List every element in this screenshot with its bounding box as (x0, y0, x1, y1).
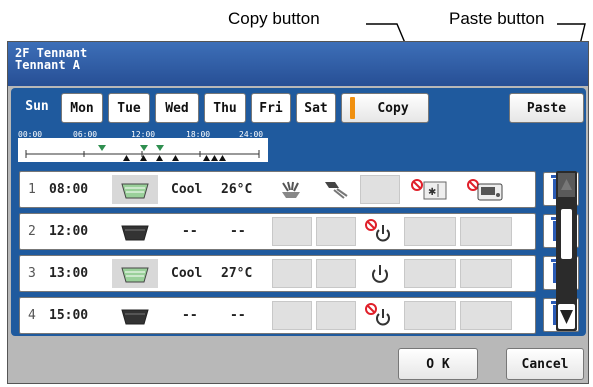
prohibit-onoff-icon (360, 217, 400, 246)
empty-cell (316, 259, 356, 288)
empty-cell (272, 217, 312, 246)
schedule-panel: Sun Mon Tue Wed Thu Fri Sat Copy Paste 0… (11, 88, 586, 336)
empty-cell (404, 217, 456, 246)
prohibit-mode-icon: ✱ (404, 175, 456, 204)
empty-cell (360, 175, 400, 204)
row-time: 08:00 (49, 182, 89, 197)
tab-sat[interactable]: Sat (296, 93, 336, 123)
tab-sun[interactable]: Sun (17, 88, 57, 124)
empty-cell (460, 259, 512, 288)
prohibit-onoff-icon (360, 301, 400, 330)
arrow-down-icon (560, 310, 573, 324)
tenant-label: Tennant A (15, 58, 81, 72)
empty-cell (272, 301, 312, 330)
row-mode: -- (182, 224, 198, 239)
row-number: 1 (28, 182, 36, 197)
empty-cell (460, 301, 512, 330)
row-temp: -- (230, 224, 246, 239)
unit-on-icon (112, 175, 158, 204)
row-temp: -- (230, 308, 246, 323)
power-icon (360, 259, 400, 288)
empty-cell (316, 301, 356, 330)
tab-thu[interactable]: Thu (204, 93, 246, 123)
unit-off-icon (112, 301, 158, 330)
scroll-thumb[interactable] (561, 209, 572, 259)
empty-cell (316, 217, 356, 246)
scroll-down-button[interactable] (558, 304, 575, 329)
empty-cell (460, 217, 512, 246)
unit-on-icon (112, 259, 158, 288)
air-direction-icon (316, 175, 356, 204)
floor-label: 2F Tennant (15, 46, 88, 60)
schedule-row-3[interactable]: 3 13:00 Cool 27°C (19, 255, 536, 292)
footer-bar: O K Cancel (8, 340, 588, 383)
row-time: 15:00 (49, 308, 89, 323)
paste-button[interactable]: Paste (509, 93, 584, 123)
title-bar: 2F Tennant Tennant A (8, 42, 588, 86)
cancel-button[interactable]: Cancel (506, 348, 584, 380)
tab-tue[interactable]: Tue (108, 93, 150, 123)
row-mode: -- (182, 308, 198, 323)
unit-off-icon (112, 217, 158, 246)
ok-button[interactable]: O K (398, 348, 478, 380)
row-mode: Cool (171, 266, 203, 281)
copy-marker-icon (350, 97, 355, 119)
tab-wed[interactable]: Wed (155, 93, 199, 123)
fan-speed-icon (272, 175, 310, 204)
row-number: 4 (28, 308, 36, 323)
controller-screen: 2F Tennant Tennant A Sun Mon Tue Wed Thu… (7, 41, 589, 384)
tab-fri[interactable]: Fri (251, 93, 291, 123)
copy-button-label: Copy (377, 100, 409, 116)
tab-mon[interactable]: Mon (61, 93, 103, 123)
copy-button[interactable]: Copy (341, 93, 429, 123)
row-time: 13:00 (49, 266, 89, 281)
arrow-up-icon (561, 179, 572, 190)
row-time: 12:00 (49, 224, 89, 239)
scrollbar[interactable] (556, 171, 577, 331)
schedule-row-1[interactable]: 1 08:00 Cool 26°C ✱ (19, 171, 536, 208)
schedule-row-2[interactable]: 2 12:00 -- -- (19, 213, 536, 250)
empty-cell (272, 259, 312, 288)
prohibit-temp-icon (460, 175, 512, 204)
empty-cell (404, 259, 456, 288)
row-temp: 26°C (221, 182, 253, 197)
timeline: 00:00 06:00 12:00 18:00 24:00 (18, 130, 294, 162)
scroll-up-button[interactable] (558, 173, 575, 197)
schedule-row-4[interactable]: 4 15:00 -- -- (19, 297, 536, 334)
row-number: 2 (28, 224, 36, 239)
row-number: 3 (28, 266, 36, 281)
row-temp: 27°C (221, 266, 253, 281)
timeline-bar (18, 138, 268, 162)
row-mode: Cool (171, 182, 203, 197)
svg-text:✱: ✱ (428, 187, 436, 198)
empty-cell (404, 301, 456, 330)
